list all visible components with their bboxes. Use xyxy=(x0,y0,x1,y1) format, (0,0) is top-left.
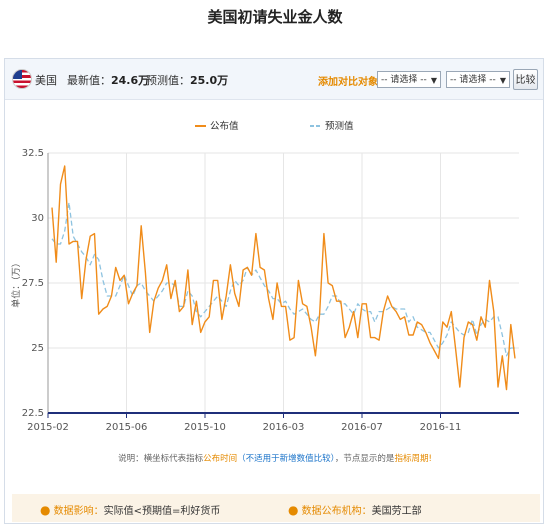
note-part-5: 指标周期! xyxy=(394,454,432,464)
x-tick-label: 2016-11 xyxy=(420,422,462,433)
chart-note: 说明：横坐标代表指标公布时间（不适用于新增数值比较），节点显示的是指标周期! xyxy=(0,452,550,464)
forecast-value: 25.0万 xyxy=(190,74,229,87)
forecast-label: 预测值： xyxy=(146,74,190,87)
chart-axes: 22.5 25 27.5 30 32.5 2015-02 2015-06 2015-10 201… xyxy=(10,148,519,433)
bullet-icon: ● xyxy=(40,503,51,517)
latest-value: 24.6万 xyxy=(111,74,150,87)
compare-select-2[interactable]: -- 请选择 -- ▼ xyxy=(446,71,510,88)
y-tick-label: 27.5 xyxy=(22,278,44,289)
y-tick-label: 32.5 xyxy=(22,148,44,159)
legend-label-forecast: 预测值 xyxy=(325,120,354,132)
compare-select-1[interactable]: -- 请选择 -- ▼ xyxy=(377,71,441,88)
chart-legend: 公布值 预测值 xyxy=(195,120,354,132)
info-agency: ● 数据公布机构：美国劳工部 xyxy=(288,502,422,517)
bullet-icon: ● xyxy=(288,503,299,517)
legend-label-actual: 公布值 xyxy=(210,120,239,132)
forecast-value-text: 预测值：25.0万 xyxy=(146,72,228,88)
compare-select-2-value: -- 请选择 -- xyxy=(450,75,496,85)
compare-button[interactable]: 比较 xyxy=(513,69,538,90)
x-tick-label: 2015-06 xyxy=(106,422,148,433)
chevron-down-icon: ▼ xyxy=(499,76,506,85)
latest-value-text: 最新值：24.6万 xyxy=(67,72,149,88)
us-flag-icon xyxy=(12,69,32,89)
country-name: 美国 xyxy=(35,74,57,87)
chevron-down-icon: ▼ xyxy=(430,76,437,85)
info-bar: ● 数据影响：实际值<预期值=利好货币 ● 数据公布机构：美国劳工部 xyxy=(12,494,540,522)
page-title: 美国初请失业金人数 xyxy=(207,8,343,26)
agency-value: 美国劳工部 xyxy=(371,506,422,517)
note-part-4: ，节点显示的是 xyxy=(334,454,395,464)
x-tick-label: 2016-03 xyxy=(263,422,305,433)
x-tick-label: 2016-07 xyxy=(341,422,383,433)
x-tick-label: 2015-02 xyxy=(27,422,69,433)
y-tick-label: 30 xyxy=(31,213,44,224)
compare-select-1-value: -- 请选择 -- xyxy=(381,75,427,85)
y-tick-label: 22.5 xyxy=(22,408,44,419)
note-part-3: （不适用于新增数值比较） xyxy=(237,454,335,464)
info-impact: ● 数据影响：实际值<预期值=利好货币 xyxy=(40,502,220,517)
impact-value: 实际值<预期值=利好货币 xyxy=(103,506,221,517)
y-tick-label: 25 xyxy=(31,343,44,354)
line-chart: 22.5 25 27.5 30 32.5 2015-02 2015-06 2015-10 201… xyxy=(10,120,519,433)
toolbar: 美国 最新值：24.6万 预测值：25.0万 添加对比对象： -- 请选择 --… xyxy=(5,59,543,100)
x-tick-label: 2015-10 xyxy=(184,422,226,433)
agency-label: 数据公布机构： xyxy=(301,506,372,517)
y-axis-label: 单位：（万） xyxy=(10,258,22,308)
note-part-2: 公布时间 xyxy=(203,454,238,464)
impact-label: 数据影响： xyxy=(53,506,104,517)
grid-lines xyxy=(47,152,519,414)
latest-label: 最新值： xyxy=(67,74,111,87)
note-part-1: 说明：横坐标代表指标 xyxy=(118,454,204,464)
